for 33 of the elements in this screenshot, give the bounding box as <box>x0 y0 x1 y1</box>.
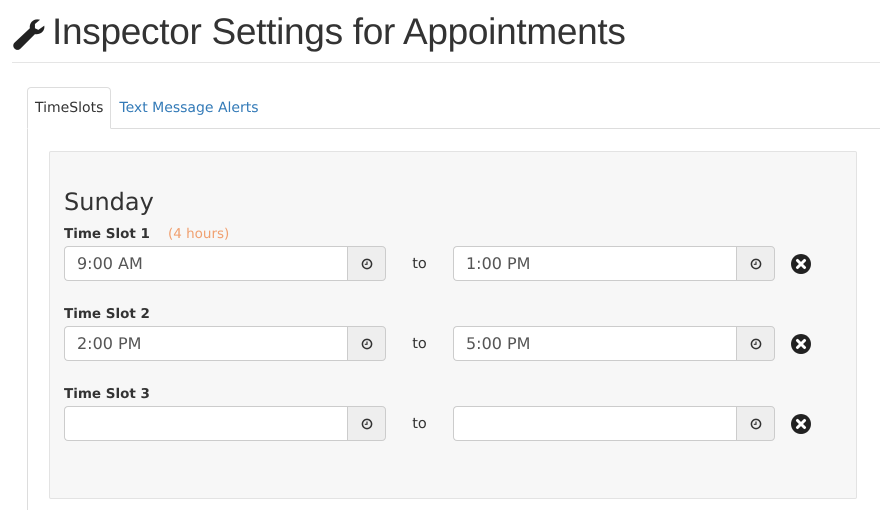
duration-note: (4 hours) <box>168 226 230 244</box>
end-time-field[interactable]: 1:00 PM <box>453 246 736 281</box>
to-label: to <box>411 256 428 272</box>
start-time-field[interactable] <box>64 406 347 441</box>
end-time-field[interactable] <box>453 406 736 441</box>
clock-button[interactable] <box>347 326 386 361</box>
clock-icon <box>750 258 762 270</box>
clock-button[interactable] <box>347 246 386 281</box>
start-time-field[interactable]: 9:00 AM <box>64 246 347 281</box>
start-time-field[interactable]: 2:00 PM <box>64 326 347 361</box>
day-heading: Sunday <box>64 188 155 216</box>
clock-icon <box>360 258 372 270</box>
clock-button[interactable] <box>736 246 775 281</box>
tab[interactable]: Text Message Alerts <box>111 87 267 129</box>
tab[interactable]: TimeSlots <box>27 87 112 129</box>
end-time-field[interactable]: 5:00 PM <box>453 326 736 361</box>
wrench-icon <box>12 18 46 52</box>
slot-label: Time Slot 1 <box>64 226 150 244</box>
clock-icon <box>750 418 762 430</box>
remove-icon[interactable] <box>791 254 811 274</box>
page-title: Inspector Settings for Appointments <box>52 11 626 53</box>
to-label: to <box>411 336 428 352</box>
clock-icon <box>360 418 372 430</box>
slot-label: Time Slot 3 <box>64 386 150 404</box>
remove-icon[interactable] <box>791 414 811 434</box>
clock-button[interactable] <box>736 326 775 361</box>
clock-icon <box>360 338 372 350</box>
slot-label: Time Slot 2 <box>64 306 150 324</box>
to-label: to <box>411 416 428 432</box>
clock-button[interactable] <box>347 406 386 441</box>
clock-button[interactable] <box>736 406 775 441</box>
remove-icon[interactable] <box>791 334 811 354</box>
clock-icon <box>750 338 762 350</box>
